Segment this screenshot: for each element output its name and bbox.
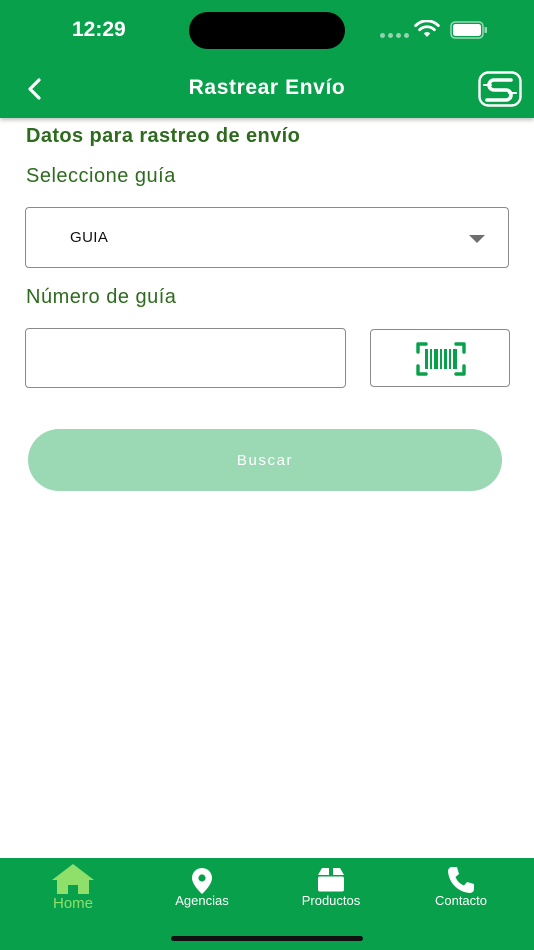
location-pin-icon [192,868,212,894]
home-icon [52,864,94,894]
tab-label: Contacto [434,893,488,908]
tab-agencias[interactable]: Agencias [137,858,267,918]
tab-label: Home [52,895,93,912]
status-time: 12:29 [72,18,126,41]
phone-icon [448,867,474,893]
dynamic-island [189,12,345,49]
select-guide-label: Seleccione guía [26,165,176,187]
page-title: Rastrear Envío [188,76,346,99]
search-button[interactable]: Buscar [28,429,502,491]
tab-label: Agencias [175,893,229,908]
section-title: Datos para rastreo de envío [26,125,301,147]
tab-contacto[interactable]: Contacto [396,858,526,918]
wifi-icon [414,20,440,37]
barcode-scan-icon [416,342,466,376]
guide-number-input[interactable] [25,328,346,388]
signal-icon [380,33,409,38]
tab-home[interactable]: Home [8,858,138,918]
brand-logo-icon [478,71,522,107]
tab-productos[interactable]: Productos [266,858,396,918]
home-indicator[interactable] [171,936,363,941]
guide-type-select[interactable]: GUIA [25,207,509,268]
battery-icon [450,21,487,39]
guide-type-value: GUIA [70,229,109,246]
app-header: 12:29 Rastrear Envío [0,0,534,118]
scan-barcode-button[interactable] [370,329,510,387]
box-icon [318,868,344,892]
tab-label: Productos [301,893,361,908]
guide-number-label: Número de guía [26,286,177,308]
caret-down-icon [469,235,485,243]
